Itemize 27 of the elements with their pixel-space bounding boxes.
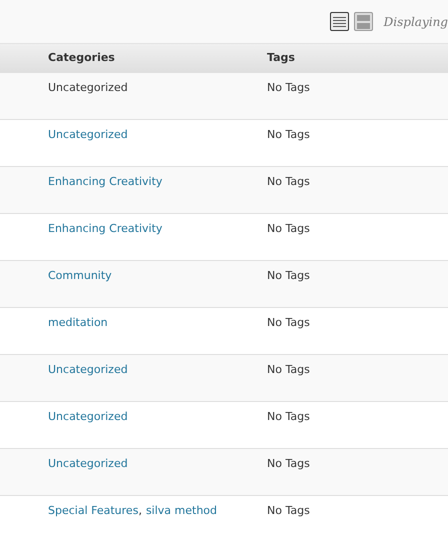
tags-cell-text: No Tags (267, 174, 310, 190)
category-text: , (138, 503, 142, 519)
category-link[interactable]: Uncategorized (48, 362, 128, 378)
category-link[interactable]: Uncategorized (48, 456, 128, 472)
tags-cell-text: No Tags (267, 221, 310, 237)
category-link[interactable]: Special Features (48, 503, 138, 520)
category-link[interactable]: Community (48, 268, 112, 284)
tags-cell-text: No Tags (267, 409, 310, 425)
category-link[interactable]: Enhancing Creativity (48, 174, 162, 190)
tags-cell-text: No Tags (267, 268, 310, 284)
tags-cell-text: No Tags (267, 503, 310, 519)
category-link[interactable]: Enhancing Creativity (48, 221, 162, 238)
category-link[interactable]: Uncategorized (48, 127, 128, 144)
tags-cell-text: No Tags (267, 127, 310, 143)
category-link[interactable]: Uncategorized (48, 409, 128, 426)
tags-cell-text: No Tags (267, 456, 310, 472)
category-link[interactable]: meditation (48, 315, 108, 332)
tags-cell-text: No Tags (267, 315, 310, 331)
category-text: Uncategorized (48, 80, 128, 96)
list-view-icon[interactable] (330, 12, 349, 31)
excerpt-view-icon[interactable] (354, 12, 373, 31)
displaying-text: Displaying (384, 14, 448, 30)
tags-cell-text: No Tags (267, 362, 310, 378)
column-header: Categories (48, 50, 116, 66)
tags-cell-text: No Tags (267, 80, 310, 96)
column-header: Tags (267, 50, 295, 66)
category-link[interactable]: silva method (146, 503, 218, 520)
